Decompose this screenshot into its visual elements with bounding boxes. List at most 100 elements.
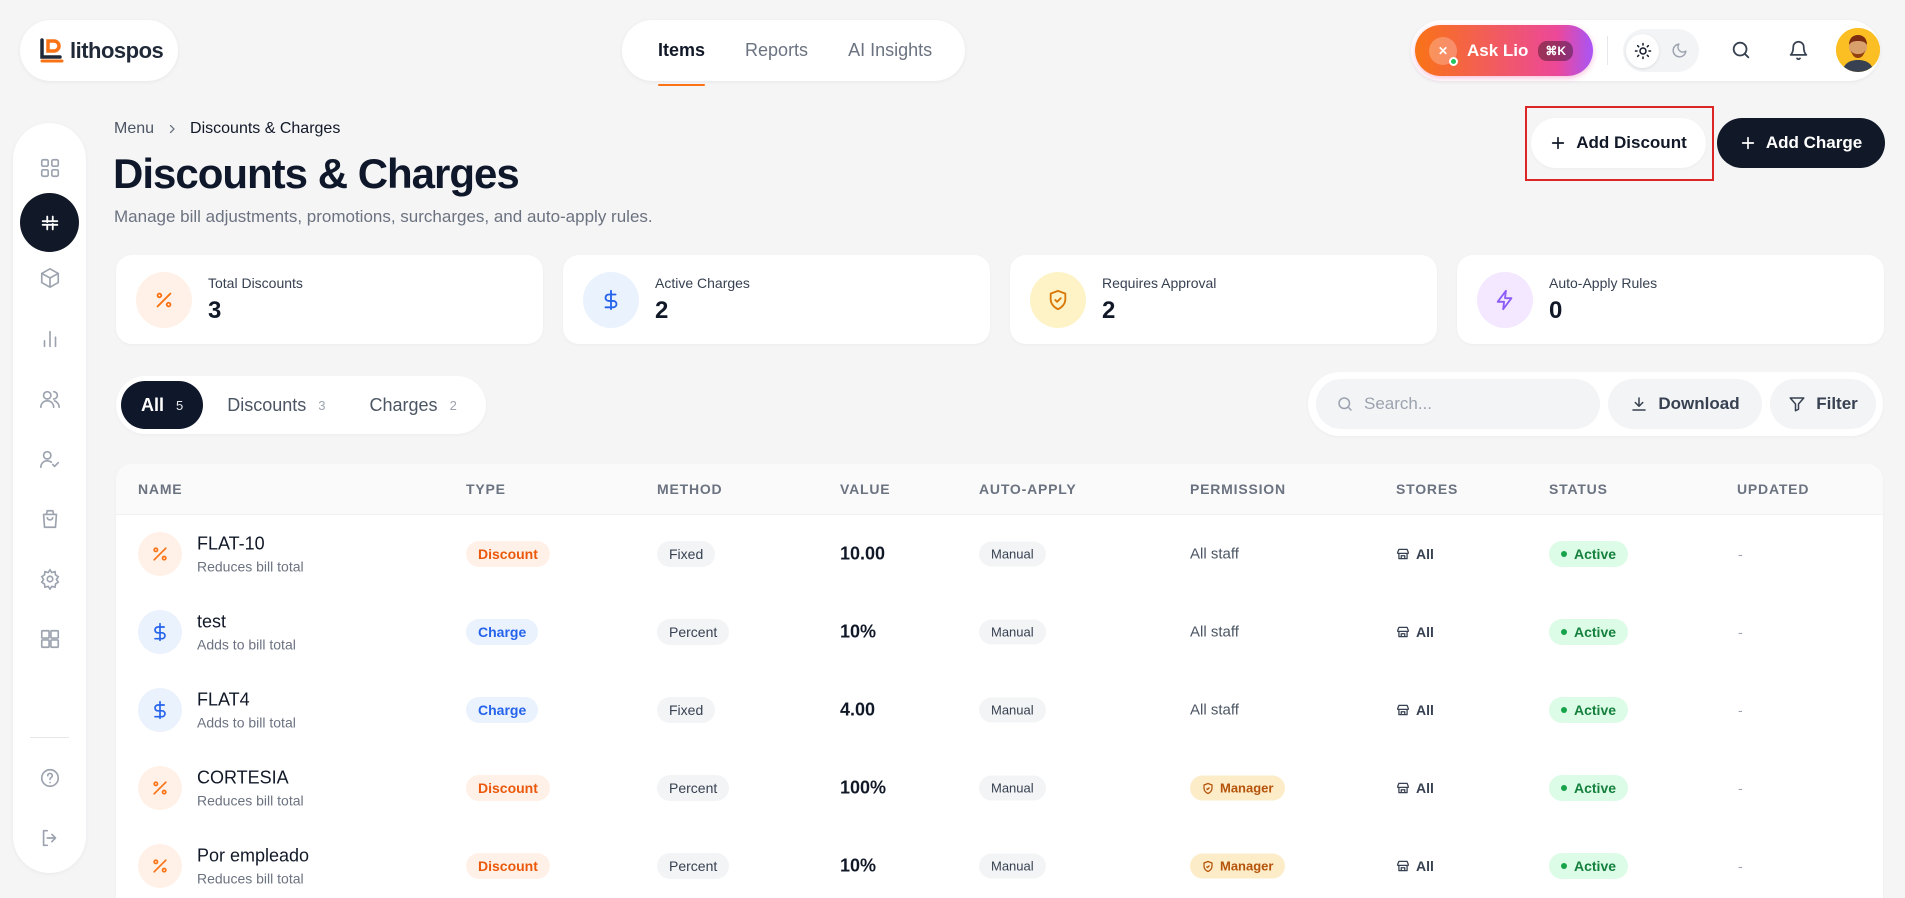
light-mode-toggle[interactable] bbox=[1626, 33, 1659, 68]
col-stores[interactable]: STORES bbox=[1396, 481, 1458, 497]
user-avatar[interactable] bbox=[1836, 28, 1880, 72]
row-stores: All bbox=[1396, 780, 1434, 796]
dollar-icon bbox=[604, 289, 618, 310]
dark-mode-toggle[interactable] bbox=[1663, 34, 1696, 68]
chevron-right-icon bbox=[169, 124, 175, 134]
sidebar-item-analytics[interactable] bbox=[20, 309, 79, 368]
search-box bbox=[1316, 379, 1600, 429]
sidebar-item-orders[interactable] bbox=[20, 489, 79, 548]
stores-label: All bbox=[1416, 780, 1434, 796]
sidebar-item-settings[interactable] bbox=[20, 549, 79, 608]
row-value: 100% bbox=[840, 777, 887, 798]
sidebar-item-staff[interactable] bbox=[20, 429, 79, 488]
stat-value: 0 bbox=[1549, 296, 1563, 324]
lithospos-logo-icon bbox=[40, 37, 64, 62]
permission-label: Manager bbox=[1220, 780, 1274, 796]
col-status[interactable]: STATUS bbox=[1549, 481, 1608, 497]
col-value[interactable]: VALUE bbox=[840, 481, 890, 497]
search-icon bbox=[1732, 41, 1750, 59]
sidebar bbox=[13, 123, 86, 873]
row-type-icon bbox=[138, 532, 182, 576]
sidebar-item-apps[interactable] bbox=[20, 609, 79, 668]
brand-logo[interactable]: lithospos bbox=[20, 20, 178, 81]
sidebar-item-dashboard[interactable] bbox=[20, 138, 79, 197]
stat-value: 2 bbox=[655, 296, 669, 324]
notifications-button[interactable] bbox=[1783, 35, 1813, 65]
permission-badge: Manager bbox=[1190, 853, 1286, 879]
status-badge: Active bbox=[1549, 775, 1629, 801]
stat-label: Requires Approval bbox=[1102, 274, 1217, 291]
row-type-icon bbox=[138, 610, 182, 654]
type-badge: Charge bbox=[466, 697, 539, 723]
search-button[interactable] bbox=[1726, 35, 1756, 65]
user-avatar-image bbox=[1836, 28, 1880, 72]
tab-label: Charges bbox=[369, 394, 438, 415]
sidebar-item-products[interactable] bbox=[20, 248, 79, 307]
stat-icon-wrap bbox=[136, 271, 192, 328]
stat-label: Total Discounts bbox=[208, 274, 303, 291]
col-updated[interactable]: UPDATED bbox=[1737, 481, 1809, 497]
sidebar-item-customers[interactable] bbox=[20, 369, 79, 428]
filter-button[interactable]: Filter bbox=[1770, 379, 1876, 429]
nav-items[interactable]: Items bbox=[658, 40, 706, 86]
sidebar-item-help[interactable] bbox=[20, 748, 79, 807]
col-method[interactable]: METHOD bbox=[657, 481, 722, 497]
row-name: CORTESIA bbox=[197, 767, 289, 788]
sidebar-item-logout[interactable] bbox=[20, 808, 79, 867]
filter-label: Filter bbox=[1816, 394, 1858, 413]
tab-label: All bbox=[141, 394, 165, 415]
method-badge: Fixed bbox=[657, 697, 716, 723]
status-label: Active bbox=[1574, 546, 1617, 562]
page-title: Discounts & Charges bbox=[113, 150, 520, 197]
nav-reports[interactable]: Reports bbox=[745, 40, 808, 61]
col-auto-apply[interactable]: AUTO-APPLY bbox=[979, 481, 1076, 497]
ask-lio-button[interactable]: ✕ Ask Lio ⌘K bbox=[1415, 25, 1593, 76]
search-input[interactable] bbox=[1364, 394, 1584, 414]
method-badge: Fixed bbox=[657, 541, 716, 567]
ask-lio-shortcut: ⌘K bbox=[1538, 40, 1574, 61]
stat-icon-wrap bbox=[583, 271, 639, 328]
status-label: Active bbox=[1574, 780, 1617, 796]
row-name: test bbox=[197, 611, 227, 632]
add-discount-button[interactable]: Add Discount bbox=[1531, 118, 1706, 168]
row-desc: Adds to bill total bbox=[197, 636, 296, 653]
add-discount-label: Add Discount bbox=[1576, 133, 1687, 152]
row-name-cell: FLAT4 Adds to bill total bbox=[197, 690, 296, 731]
tab-discounts[interactable]: Discounts 3 bbox=[207, 381, 345, 429]
table-row[interactable]: test Adds to bill total Charge Percent 10… bbox=[116, 593, 1883, 671]
sun-icon bbox=[1634, 42, 1651, 59]
col-name[interactable]: NAME bbox=[138, 481, 182, 497]
status-dot bbox=[1561, 707, 1567, 713]
breadcrumb-menu[interactable]: Menu bbox=[114, 120, 154, 138]
brand-name: lithospos bbox=[70, 37, 164, 63]
add-charge-button[interactable]: Add Charge bbox=[1717, 118, 1885, 168]
status-label: Active bbox=[1574, 702, 1617, 718]
filter-tabs: All 5 Discounts 3 Charges 2 bbox=[116, 376, 486, 434]
row-type-icon bbox=[138, 766, 182, 810]
theme-toggle[interactable] bbox=[1623, 29, 1699, 72]
download-button[interactable]: Download bbox=[1608, 379, 1762, 429]
nav-ai-insights[interactable]: AI Insights bbox=[848, 40, 932, 61]
table-row[interactable]: FLAT4 Adds to bill total Charge Fixed 4.0… bbox=[116, 671, 1883, 749]
table-row[interactable]: FLAT-10 Reduces bill total Discount Fixed… bbox=[116, 515, 1883, 593]
tab-charges[interactable]: Charges 2 bbox=[350, 381, 477, 429]
discounts-table: NAME TYPE METHOD VALUE AUTO-APPLY PERMIS… bbox=[116, 464, 1883, 898]
row-type-icon bbox=[138, 844, 182, 888]
users-icon bbox=[39, 390, 60, 408]
col-permission[interactable]: PERMISSION bbox=[1190, 481, 1286, 497]
percent-icon bbox=[153, 859, 167, 873]
shield-icon bbox=[1203, 860, 1213, 872]
table-row[interactable]: CORTESIA Reduces bill total Discount Perc… bbox=[116, 749, 1883, 827]
table-header: NAME TYPE METHOD VALUE AUTO-APPLY PERMIS… bbox=[116, 464, 1883, 515]
type-badge: Discount bbox=[466, 541, 550, 567]
row-stores: All bbox=[1396, 546, 1434, 562]
table-row[interactable]: Por empleado Reduces bill total Discount … bbox=[116, 827, 1883, 898]
row-name-cell: FLAT-10 Reduces bill total bbox=[197, 534, 304, 575]
row-type-icon bbox=[138, 688, 182, 732]
grid-icon bbox=[40, 158, 59, 177]
tab-all[interactable]: All 5 bbox=[121, 381, 204, 429]
method-badge: Percent bbox=[657, 853, 730, 879]
row-desc: Reduces bill total bbox=[197, 558, 304, 575]
col-type[interactable]: TYPE bbox=[466, 481, 506, 497]
sidebar-item-menu[interactable] bbox=[20, 193, 79, 252]
